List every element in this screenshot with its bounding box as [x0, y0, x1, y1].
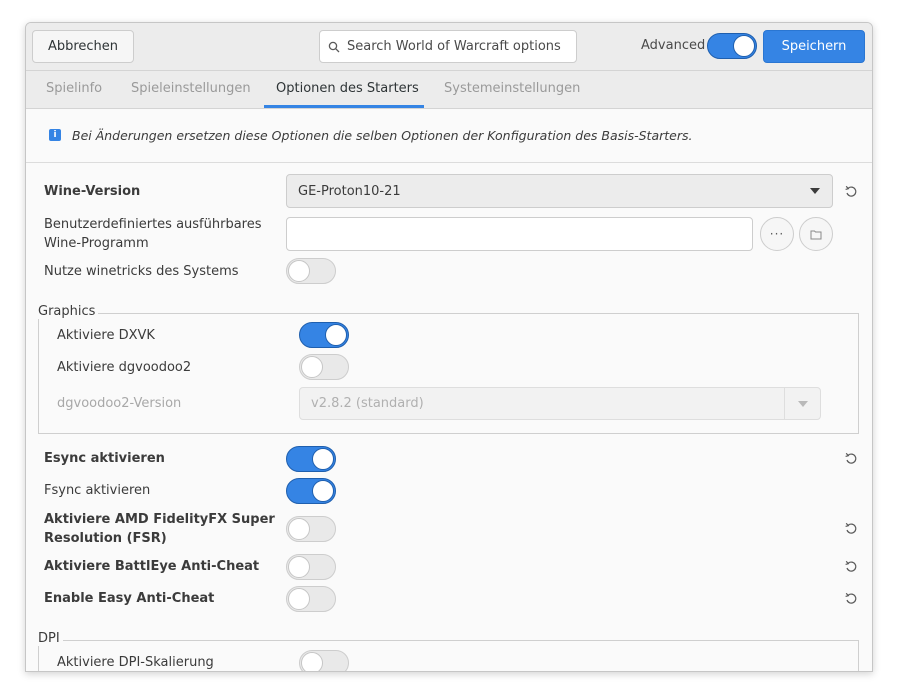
save-button[interactable]: Speichern	[763, 30, 865, 63]
easy-anticheat-toggle[interactable]	[286, 586, 336, 612]
wine-version-dropdown[interactable]: GE-Proton10-21	[286, 174, 833, 208]
advanced-toggle[interactable]	[707, 33, 757, 59]
dgvoodoo2-toggle[interactable]	[299, 354, 349, 380]
wine-version-label: Wine-Version	[44, 184, 141, 199]
info-bar: i Bei Änderungen ersetzen diese Optionen…	[26, 109, 872, 163]
reset-wine-version-icon[interactable]	[844, 184, 858, 198]
tab-game-info[interactable]: Spielinfo	[46, 81, 102, 96]
dpi-scaling-toggle[interactable]	[299, 650, 349, 671]
fsr-label-line2: Resolution (FSR)	[44, 531, 167, 546]
reset-esync-icon[interactable]	[844, 451, 858, 465]
reset-fsr-icon[interactable]	[844, 521, 858, 535]
tab-system-options[interactable]: Systemeinstellungen	[444, 81, 580, 96]
browse-more-button[interactable]: ···	[760, 217, 794, 251]
tab-bar: Spielinfo Spieleinstellungen Optionen de…	[26, 71, 872, 109]
ellipsis-icon: ···	[769, 227, 785, 241]
active-tab-indicator	[264, 105, 424, 108]
dgvoodoo2-version-label: dgvoodoo2-Version	[57, 396, 182, 411]
info-text: Bei Änderungen ersetzen diese Optionen d…	[72, 128, 693, 143]
custom-wine-field[interactable]	[286, 217, 753, 251]
reset-battleye-icon[interactable]	[844, 559, 858, 573]
dgvoodoo2-label: Aktiviere dgvoodoo2	[57, 360, 192, 375]
dpi-scaling-label: Aktiviere DPI-Skalierung	[57, 655, 214, 670]
chevron-down-icon	[798, 401, 808, 407]
esync-toggle[interactable]	[286, 446, 336, 472]
search-placeholder: Search World of Warcraft options	[347, 39, 561, 54]
wine-version-value: GE-Proton10-21	[298, 183, 401, 199]
custom-wine-label-line1: Benutzerdefiniertes ausführbares	[44, 217, 262, 232]
preferences-window: Abbrechen Search World of Warcraft optio…	[25, 22, 873, 672]
search-icon	[328, 41, 340, 52]
folder-icon	[810, 230, 822, 239]
dgvoodoo2-version-dropdown: v2.8.2 (standard)	[299, 387, 821, 420]
dpi-frame-title: DPI	[38, 631, 63, 646]
cancel-button[interactable]: Abbrechen	[32, 30, 134, 63]
info-icon: i	[49, 129, 61, 141]
search-input[interactable]: Search World of Warcraft options	[319, 30, 577, 63]
battleye-label: Aktiviere BattlEye Anti-Cheat	[44, 559, 260, 574]
open-folder-button[interactable]	[799, 217, 833, 251]
dxvk-label: Aktiviere DXVK	[57, 328, 155, 343]
header-bar: Abbrechen Search World of Warcraft optio…	[26, 23, 872, 71]
reset-easy-anticheat-icon[interactable]	[844, 591, 858, 605]
advanced-label: Advanced	[641, 38, 706, 53]
easy-anticheat-label: Enable Easy Anti-Cheat	[44, 591, 215, 606]
dgvoodoo2-version-value: v2.8.2 (standard)	[311, 396, 424, 411]
fsr-label-line1: Aktiviere AMD FidelityFX Super	[44, 512, 275, 527]
fsync-label: Fsync aktivieren	[44, 483, 151, 498]
system-winetricks-toggle[interactable]	[286, 258, 336, 284]
system-winetricks-label: Nutze winetricks des Systems	[44, 264, 239, 279]
battleye-toggle[interactable]	[286, 554, 336, 580]
graphics-frame-title: Graphics	[38, 304, 99, 319]
esync-label: Esync aktivieren	[44, 451, 165, 466]
tab-runner-options[interactable]: Optionen des Starters	[276, 81, 419, 96]
tab-game-options[interactable]: Spieleinstellungen	[131, 81, 251, 96]
chevron-down-icon	[810, 188, 820, 194]
dxvk-toggle[interactable]	[299, 322, 349, 348]
custom-wine-label-line2: Wine-Programm	[44, 236, 149, 251]
fsync-toggle[interactable]	[286, 478, 336, 504]
fsr-toggle[interactable]	[286, 516, 336, 542]
